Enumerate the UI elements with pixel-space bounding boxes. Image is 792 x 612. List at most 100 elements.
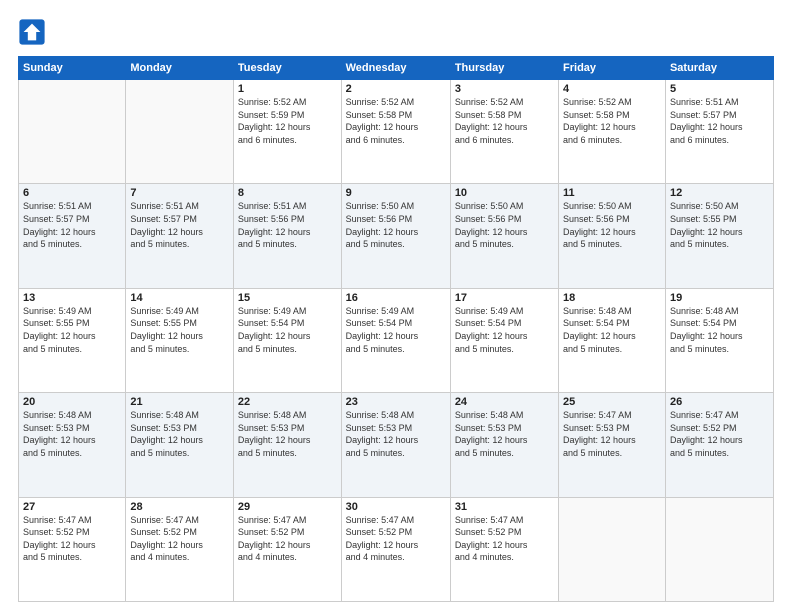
table-row — [559, 497, 666, 601]
day-info: Sunrise: 5:50 AM Sunset: 5:56 PM Dayligh… — [563, 200, 661, 250]
table-row: 9Sunrise: 5:50 AM Sunset: 5:56 PM Daylig… — [341, 184, 450, 288]
day-number: 16 — [346, 292, 446, 304]
table-row: 11Sunrise: 5:50 AM Sunset: 5:56 PM Dayli… — [559, 184, 666, 288]
calendar-week-row: 13Sunrise: 5:49 AM Sunset: 5:55 PM Dayli… — [19, 288, 774, 392]
day-info: Sunrise: 5:48 AM Sunset: 5:53 PM Dayligh… — [130, 409, 229, 459]
day-number: 6 — [23, 187, 121, 199]
table-row: 4Sunrise: 5:52 AM Sunset: 5:58 PM Daylig… — [559, 80, 666, 184]
day-number: 13 — [23, 292, 121, 304]
table-row: 15Sunrise: 5:49 AM Sunset: 5:54 PM Dayli… — [233, 288, 341, 392]
day-number: 21 — [130, 396, 229, 408]
table-row: 27Sunrise: 5:47 AM Sunset: 5:52 PM Dayli… — [19, 497, 126, 601]
table-row: 16Sunrise: 5:49 AM Sunset: 5:54 PM Dayli… — [341, 288, 450, 392]
table-row: 28Sunrise: 5:47 AM Sunset: 5:52 PM Dayli… — [126, 497, 234, 601]
table-row: 29Sunrise: 5:47 AM Sunset: 5:52 PM Dayli… — [233, 497, 341, 601]
col-thursday: Thursday — [450, 57, 558, 80]
col-wednesday: Wednesday — [341, 57, 450, 80]
day-info: Sunrise: 5:47 AM Sunset: 5:52 PM Dayligh… — [455, 514, 554, 564]
calendar: Sunday Monday Tuesday Wednesday Thursday… — [18, 56, 774, 602]
calendar-week-row: 20Sunrise: 5:48 AM Sunset: 5:53 PM Dayli… — [19, 393, 774, 497]
day-info: Sunrise: 5:47 AM Sunset: 5:52 PM Dayligh… — [23, 514, 121, 564]
table-row: 12Sunrise: 5:50 AM Sunset: 5:55 PM Dayli… — [665, 184, 773, 288]
day-info: Sunrise: 5:47 AM Sunset: 5:52 PM Dayligh… — [238, 514, 337, 564]
calendar-week-row: 1Sunrise: 5:52 AM Sunset: 5:59 PM Daylig… — [19, 80, 774, 184]
day-info: Sunrise: 5:49 AM Sunset: 5:55 PM Dayligh… — [23, 305, 121, 355]
day-number: 2 — [346, 83, 446, 95]
table-row: 30Sunrise: 5:47 AM Sunset: 5:52 PM Dayli… — [341, 497, 450, 601]
table-row: 13Sunrise: 5:49 AM Sunset: 5:55 PM Dayli… — [19, 288, 126, 392]
day-number: 5 — [670, 83, 769, 95]
day-info: Sunrise: 5:47 AM Sunset: 5:52 PM Dayligh… — [346, 514, 446, 564]
day-info: Sunrise: 5:49 AM Sunset: 5:54 PM Dayligh… — [238, 305, 337, 355]
calendar-header-row: Sunday Monday Tuesday Wednesday Thursday… — [19, 57, 774, 80]
table-row: 6Sunrise: 5:51 AM Sunset: 5:57 PM Daylig… — [19, 184, 126, 288]
day-info: Sunrise: 5:48 AM Sunset: 5:54 PM Dayligh… — [670, 305, 769, 355]
table-row: 23Sunrise: 5:48 AM Sunset: 5:53 PM Dayli… — [341, 393, 450, 497]
day-number: 3 — [455, 83, 554, 95]
table-row — [665, 497, 773, 601]
day-info: Sunrise: 5:49 AM Sunset: 5:55 PM Dayligh… — [130, 305, 229, 355]
day-number: 25 — [563, 396, 661, 408]
table-row: 19Sunrise: 5:48 AM Sunset: 5:54 PM Dayli… — [665, 288, 773, 392]
day-number: 31 — [455, 501, 554, 513]
col-saturday: Saturday — [665, 57, 773, 80]
col-monday: Monday — [126, 57, 234, 80]
table-row: 5Sunrise: 5:51 AM Sunset: 5:57 PM Daylig… — [665, 80, 773, 184]
day-info: Sunrise: 5:48 AM Sunset: 5:54 PM Dayligh… — [563, 305, 661, 355]
day-number: 18 — [563, 292, 661, 304]
table-row — [19, 80, 126, 184]
day-number: 11 — [563, 187, 661, 199]
day-number: 20 — [23, 396, 121, 408]
table-row: 31Sunrise: 5:47 AM Sunset: 5:52 PM Dayli… — [450, 497, 558, 601]
table-row: 24Sunrise: 5:48 AM Sunset: 5:53 PM Dayli… — [450, 393, 558, 497]
day-number: 8 — [238, 187, 337, 199]
day-number: 14 — [130, 292, 229, 304]
col-sunday: Sunday — [19, 57, 126, 80]
table-row: 10Sunrise: 5:50 AM Sunset: 5:56 PM Dayli… — [450, 184, 558, 288]
day-info: Sunrise: 5:52 AM Sunset: 5:58 PM Dayligh… — [563, 96, 661, 146]
day-info: Sunrise: 5:48 AM Sunset: 5:53 PM Dayligh… — [346, 409, 446, 459]
table-row: 8Sunrise: 5:51 AM Sunset: 5:56 PM Daylig… — [233, 184, 341, 288]
day-number: 1 — [238, 83, 337, 95]
day-info: Sunrise: 5:49 AM Sunset: 5:54 PM Dayligh… — [346, 305, 446, 355]
day-info: Sunrise: 5:48 AM Sunset: 5:53 PM Dayligh… — [23, 409, 121, 459]
day-info: Sunrise: 5:51 AM Sunset: 5:57 PM Dayligh… — [23, 200, 121, 250]
page: Sunday Monday Tuesday Wednesday Thursday… — [0, 0, 792, 612]
day-info: Sunrise: 5:52 AM Sunset: 5:58 PM Dayligh… — [455, 96, 554, 146]
day-number: 27 — [23, 501, 121, 513]
day-info: Sunrise: 5:52 AM Sunset: 5:59 PM Dayligh… — [238, 96, 337, 146]
day-number: 19 — [670, 292, 769, 304]
day-number: 29 — [238, 501, 337, 513]
table-row: 18Sunrise: 5:48 AM Sunset: 5:54 PM Dayli… — [559, 288, 666, 392]
day-info: Sunrise: 5:51 AM Sunset: 5:56 PM Dayligh… — [238, 200, 337, 250]
logo — [18, 18, 48, 46]
day-number: 28 — [130, 501, 229, 513]
day-info: Sunrise: 5:47 AM Sunset: 5:52 PM Dayligh… — [130, 514, 229, 564]
table-row: 21Sunrise: 5:48 AM Sunset: 5:53 PM Dayli… — [126, 393, 234, 497]
day-number: 24 — [455, 396, 554, 408]
day-number: 15 — [238, 292, 337, 304]
day-number: 22 — [238, 396, 337, 408]
day-info: Sunrise: 5:50 AM Sunset: 5:55 PM Dayligh… — [670, 200, 769, 250]
table-row — [126, 80, 234, 184]
day-info: Sunrise: 5:52 AM Sunset: 5:58 PM Dayligh… — [346, 96, 446, 146]
table-row: 3Sunrise: 5:52 AM Sunset: 5:58 PM Daylig… — [450, 80, 558, 184]
day-info: Sunrise: 5:47 AM Sunset: 5:52 PM Dayligh… — [670, 409, 769, 459]
day-info: Sunrise: 5:50 AM Sunset: 5:56 PM Dayligh… — [455, 200, 554, 250]
table-row: 17Sunrise: 5:49 AM Sunset: 5:54 PM Dayli… — [450, 288, 558, 392]
day-number: 26 — [670, 396, 769, 408]
logo-icon — [18, 18, 46, 46]
header — [18, 18, 774, 46]
col-tuesday: Tuesday — [233, 57, 341, 80]
day-number: 7 — [130, 187, 229, 199]
day-number: 12 — [670, 187, 769, 199]
calendar-week-row: 6Sunrise: 5:51 AM Sunset: 5:57 PM Daylig… — [19, 184, 774, 288]
day-number: 30 — [346, 501, 446, 513]
table-row: 25Sunrise: 5:47 AM Sunset: 5:53 PM Dayli… — [559, 393, 666, 497]
col-friday: Friday — [559, 57, 666, 80]
day-info: Sunrise: 5:51 AM Sunset: 5:57 PM Dayligh… — [130, 200, 229, 250]
table-row: 1Sunrise: 5:52 AM Sunset: 5:59 PM Daylig… — [233, 80, 341, 184]
day-number: 23 — [346, 396, 446, 408]
day-info: Sunrise: 5:48 AM Sunset: 5:53 PM Dayligh… — [238, 409, 337, 459]
table-row: 14Sunrise: 5:49 AM Sunset: 5:55 PM Dayli… — [126, 288, 234, 392]
